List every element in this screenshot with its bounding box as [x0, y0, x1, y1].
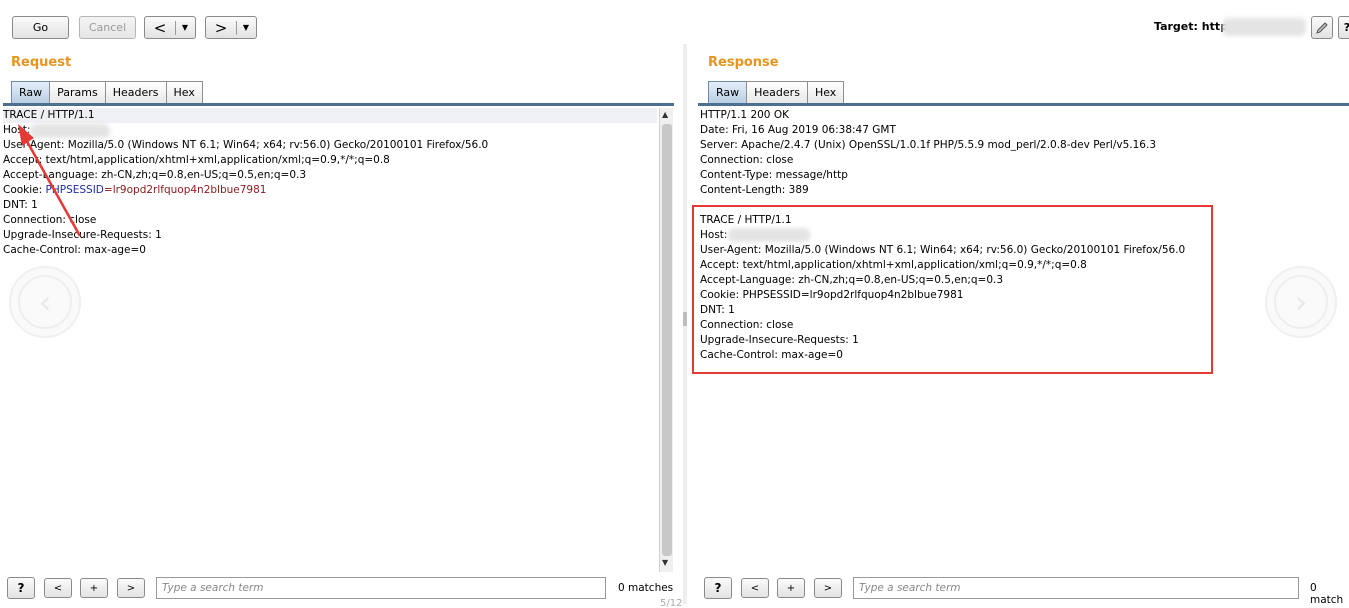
request-scrollbar[interactable]: ▲ ▼ [659, 108, 673, 572]
back-label: < [153, 18, 167, 37]
highlight-box [692, 205, 1213, 374]
chevron-down-icon[interactable]: ▼ [237, 23, 255, 32]
forward-label: > [214, 18, 228, 37]
chevron-left-icon: ‹ [18, 275, 72, 329]
chevron-right-icon: › [1274, 275, 1328, 329]
response-search-add-button[interactable]: + [777, 578, 805, 598]
request-search-help-button[interactable]: ? [7, 577, 35, 599]
scroll-thumb[interactable] [662, 124, 672, 556]
request-match-count: 0 matches [618, 582, 674, 594]
question-icon: ? [1344, 21, 1349, 34]
response-search-next-button[interactable]: > [814, 578, 842, 598]
tab-response-raw[interactable]: Raw [708, 81, 748, 103]
back-button[interactable]: < ▼ [144, 16, 196, 39]
forward-button[interactable]: > ▼ [205, 16, 257, 39]
request-search-prev-button[interactable]: < [44, 578, 72, 598]
next-item-button[interactable]: › [1265, 266, 1337, 338]
response-line: Server: Apache/2.4.7 (Unix) OpenSSL/1.0.… [700, 139, 1156, 151]
response-line: Connection: close [700, 154, 794, 166]
response-tabs: Raw Headers Hex [708, 81, 845, 103]
tab-request-hex[interactable]: Hex [165, 81, 203, 103]
target-label: Target: http: [1154, 20, 1233, 33]
scroll-up-icon[interactable]: ▲ [662, 110, 668, 119]
tab-response-hex[interactable]: Hex [806, 81, 845, 103]
request-search-input[interactable]: Type a search term [156, 577, 606, 599]
annotation-arrow [18, 124, 82, 237]
edit-target-button[interactable] [1311, 16, 1333, 39]
pencil-icon [1316, 21, 1328, 34]
chevron-down-icon[interactable]: ▼ [176, 23, 194, 32]
response-line: Date: Fri, 16 Aug 2019 06:38:47 GMT [700, 124, 896, 136]
response-line: HTTP/1.1 200 OK [700, 109, 789, 121]
previous-item-button[interactable]: ‹ [9, 266, 81, 338]
response-tab-underline [698, 103, 1349, 106]
divider-grip[interactable] [683, 312, 687, 326]
response-line: Content-Length: 389 [700, 184, 809, 196]
page-indicator: 5/12 [660, 598, 683, 608]
response-search-prev-button[interactable]: < [741, 578, 769, 598]
tab-response-headers[interactable]: Headers [746, 81, 808, 103]
request-search-next-button[interactable]: > [117, 578, 145, 598]
help-button[interactable]: ? [1338, 16, 1349, 39]
response-search-input[interactable]: Type a search term [853, 577, 1299, 599]
response-match-count: 0 match [1310, 582, 1344, 606]
panel-divider[interactable] [683, 44, 687, 604]
response-line: Content-Type: message/http [700, 169, 848, 181]
response-title: Response [708, 55, 779, 70]
scroll-down-icon[interactable]: ▼ [662, 558, 668, 567]
request-search-add-button[interactable]: + [80, 578, 108, 598]
response-search-help-button[interactable]: ? [704, 577, 732, 599]
redacted-target-host [1222, 18, 1306, 36]
